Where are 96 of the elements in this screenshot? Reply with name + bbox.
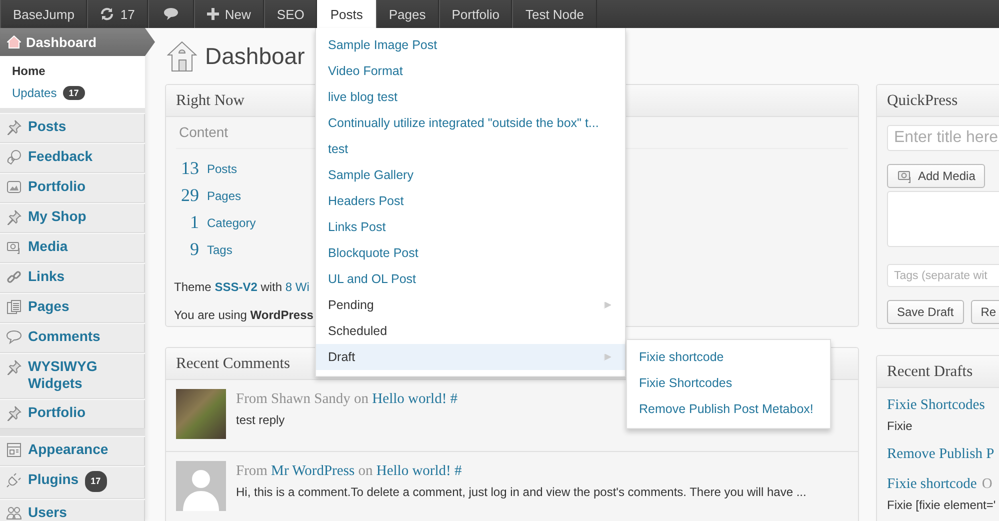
comment-text: test reply xyxy=(236,412,286,428)
draft-link[interactable]: Fixie shortcode xyxy=(887,474,977,494)
draft-link[interactable]: Fixie Shortcodes xyxy=(887,395,985,415)
dropdown-item[interactable]: Continually utilize integrated "outside the box" t... xyxy=(316,110,625,136)
draft-excerpt: Fixie [fixie element=' xyxy=(887,498,996,512)
dropdown-item[interactable]: Links Post xyxy=(316,214,625,240)
dropdown-item[interactable]: live blog test xyxy=(316,84,625,110)
dropdown-item[interactable]: Blockquote Post xyxy=(316,240,625,266)
layout-icon xyxy=(6,442,22,458)
count-link[interactable]: 13 xyxy=(179,158,199,179)
sidebar-item[interactable]: Portfolio xyxy=(0,173,145,203)
form-button[interactable]: Save Draft xyxy=(887,300,964,324)
post-link[interactable]: Hello world! # xyxy=(376,463,462,479)
theme-info-text: Theme SSS-V2 with 8 Wi xyxy=(173,279,310,296)
house-icon xyxy=(7,35,21,49)
count-label-link[interactable]: Tags xyxy=(207,242,232,256)
draft-excerpt: Fixie xyxy=(887,419,912,433)
draft-link[interactable]: Remove Publish P xyxy=(887,444,994,464)
pushpin-icon xyxy=(6,119,22,135)
section-heading: Content xyxy=(179,124,228,140)
dropdown-item[interactable]: Scheduled xyxy=(316,318,625,344)
theme-link[interactable]: SSS-V2 xyxy=(214,280,258,294)
avatar-silhouette-icon xyxy=(176,461,226,511)
sidebar-item[interactable]: Appearance xyxy=(0,436,145,466)
sidebar-item[interactable]: Pages xyxy=(0,293,145,323)
submenu-arrow-icon xyxy=(604,302,611,308)
title-input[interactable]: Enter title here xyxy=(887,125,999,151)
sidebar-item[interactable]: Users xyxy=(0,499,145,521)
sidebar-item[interactable]: Media xyxy=(0,233,145,263)
form-button[interactable]: Re xyxy=(970,300,999,324)
sidebar-item[interactable]: My Shop xyxy=(0,203,145,233)
plus-icon xyxy=(206,8,219,20)
dropdown-item[interactable]: Sample Gallery xyxy=(316,162,625,188)
count-label-link[interactable]: Posts xyxy=(207,162,238,176)
count-link[interactable]: 1 xyxy=(179,212,199,233)
pages-icon xyxy=(6,299,22,315)
camera-icon xyxy=(897,168,913,184)
new-menu[interactable]: New xyxy=(194,0,264,28)
count-link[interactable]: 29 xyxy=(179,185,199,206)
image-icon xyxy=(6,179,22,195)
pushpin-icon xyxy=(6,405,22,421)
tags-input[interactable]: Tags (separate wit xyxy=(887,264,999,287)
count-link[interactable]: 9 xyxy=(179,239,199,260)
speech-bubble-icon xyxy=(162,7,179,21)
submenu-item[interactable]: Home xyxy=(0,60,46,82)
dropdown-item[interactable]: Video Format xyxy=(316,58,625,84)
panel-title: Right Now xyxy=(176,92,244,110)
dropdown-item[interactable]: Fixie shortcode xyxy=(627,344,830,370)
dashboard-menu-item[interactable]: Dashboard xyxy=(0,28,155,56)
dropdown-item[interactable]: UL and OL Post xyxy=(316,266,625,292)
comment-text: Hi, this is a comment.To delete a comment, just log in and view the post's comments. There you will have ... xyxy=(236,484,806,500)
chat-bubbles-icon xyxy=(6,149,22,165)
dropdown-item[interactable]: Remove Publish Post Metabox! xyxy=(627,396,830,422)
comment-byline: From Mr WordPress on Hello world! # xyxy=(236,462,463,481)
count-badge: 17 xyxy=(84,471,107,492)
post-link[interactable]: Hello world! # xyxy=(372,391,458,407)
plug-icon xyxy=(6,472,22,488)
dropdown-item[interactable]: test xyxy=(316,136,625,162)
house-icon xyxy=(167,40,197,72)
dropdown-item[interactable]: Headers Post xyxy=(316,188,625,214)
chain-link-icon xyxy=(6,269,22,285)
photo-placeholder xyxy=(176,389,226,439)
draft-date: O xyxy=(982,475,992,494)
sidebar-item[interactable]: Plugins 17 xyxy=(0,466,145,499)
count-label-link[interactable]: Category xyxy=(207,216,256,230)
pushpin-icon xyxy=(6,209,22,225)
comments-link[interactable] xyxy=(148,0,194,28)
panel-title: QuickPress xyxy=(887,92,958,110)
camera-icon xyxy=(6,239,22,255)
sidebar-item[interactable]: Links xyxy=(0,263,145,293)
widgets-link[interactable]: 8 Wi xyxy=(285,280,310,294)
dropdown-item[interactable]: Pending xyxy=(316,292,625,318)
sidebar-item[interactable]: Feedback xyxy=(0,143,145,173)
author-link[interactable]: Mr WordPress xyxy=(271,463,355,479)
refresh-icon xyxy=(100,7,114,21)
panel-title: Recent Comments xyxy=(176,354,290,372)
sidebar-item[interactable]: Comments xyxy=(0,323,145,353)
count-badge: 17 xyxy=(62,86,85,100)
pushpin-icon xyxy=(6,359,22,375)
speech-bubble-icon xyxy=(6,329,22,345)
dropdown-item[interactable]: Sample Image Post xyxy=(316,32,625,58)
sidebar-item[interactable]: Portfolio xyxy=(0,399,145,429)
submenu-item[interactable]: Updates 17 xyxy=(0,82,85,104)
count-label-link[interactable]: Pages xyxy=(207,188,242,202)
sidebar-item[interactable]: WYSIWYG Widgets xyxy=(0,353,145,399)
author-name: Shawn Sandy xyxy=(271,391,350,407)
add-media-button[interactable]: Add Media xyxy=(887,164,986,188)
menu-item[interactable]: Posts xyxy=(317,0,376,28)
sidebar-item[interactable]: Posts xyxy=(0,113,145,143)
version-text: You are using WordPress xyxy=(173,307,314,324)
comment-byline: From Shawn Sandy on Hello world! # xyxy=(236,390,458,409)
page-title: Dashboar xyxy=(205,42,305,70)
panel-title: Recent Drafts xyxy=(887,362,973,380)
submenu-arrow-icon xyxy=(604,354,611,360)
dropdown-item[interactable]: Fixie Shortcodes xyxy=(627,370,830,396)
dropdown-item[interactable]: Draft xyxy=(316,344,625,370)
